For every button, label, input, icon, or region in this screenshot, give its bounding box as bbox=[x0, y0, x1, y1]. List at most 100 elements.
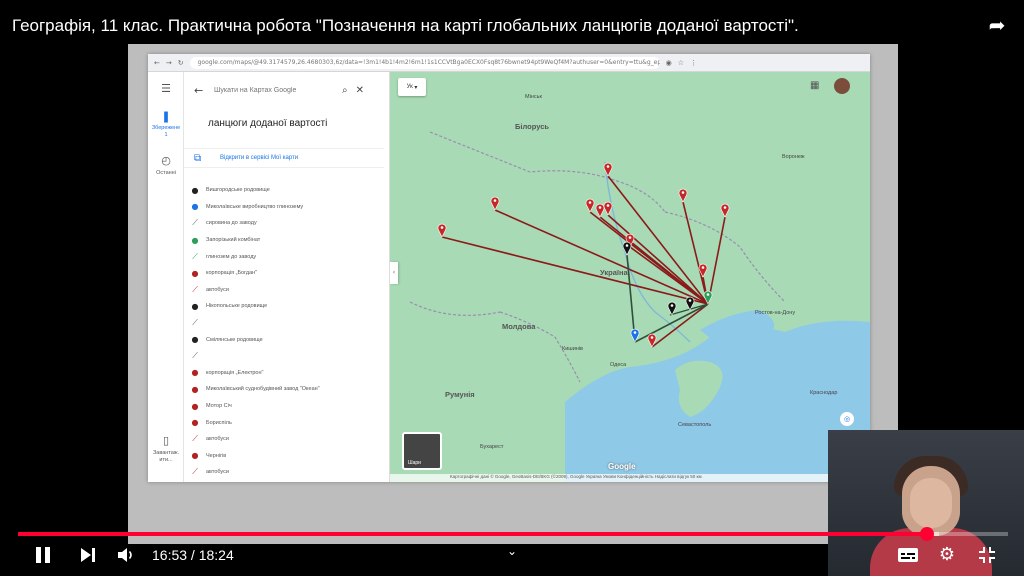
red-pin-icon-dot bbox=[681, 191, 685, 194]
collapse-panel-button[interactable]: ‹ bbox=[390, 262, 398, 284]
legend-item[interactable]: ● Бориспіль bbox=[184, 414, 384, 431]
city-label: Мінськ bbox=[525, 94, 542, 100]
legend-item[interactable]: ● Нікопольське родовище bbox=[184, 298, 384, 315]
progress-played bbox=[18, 532, 927, 536]
back-icon[interactable]: ← bbox=[154, 59, 160, 67]
captions-icon-line bbox=[912, 557, 915, 559]
red-pin-icon bbox=[490, 196, 500, 211]
red-pin-icon bbox=[437, 223, 447, 238]
language-select[interactable]: Ук ▾ bbox=[398, 78, 426, 96]
next-icon bbox=[81, 548, 91, 562]
pause-button[interactable] bbox=[32, 544, 54, 566]
city-label: Воронеж bbox=[782, 154, 805, 160]
chevron-down-icon[interactable]: ⌄ bbox=[503, 544, 521, 558]
red-pin-icon-dot bbox=[606, 204, 610, 207]
search-input[interactable] bbox=[214, 86, 334, 94]
legend-item-label: автобуси bbox=[206, 286, 229, 293]
share-icon[interactable]: ➦ bbox=[984, 12, 1010, 38]
legend-item-label: Миколаївський суднобудівний завод "Океан… bbox=[206, 386, 320, 393]
bookmark-saved-icon[interactable]: ❚ bbox=[148, 110, 184, 123]
black-pin-icon-dot bbox=[688, 299, 692, 302]
legend-item[interactable]: ⟋ автобуси bbox=[184, 282, 384, 299]
route-icon: ⟋ bbox=[192, 467, 198, 477]
route-icon: ⟋ bbox=[192, 318, 198, 328]
pause-icon bbox=[36, 547, 41, 563]
reload-icon[interactable]: ↻ bbox=[178, 59, 184, 67]
bookmark-icon[interactable]: ☆ bbox=[678, 59, 684, 67]
red-pin-icon bbox=[603, 201, 613, 216]
pause-icon-bar bbox=[45, 547, 50, 563]
search-icon[interactable]: ⌕ bbox=[342, 85, 348, 96]
legend-item[interactable]: ● Миколаївське виробництво глинозему bbox=[184, 199, 384, 216]
legend-item-label: глинозем до заводу bbox=[206, 253, 257, 260]
legend-item[interactable]: ● Чернігів bbox=[184, 448, 384, 465]
city-label: Краснодар bbox=[810, 390, 838, 396]
exit-fullscreen-icon bbox=[979, 547, 995, 563]
settings-gear-icon[interactable]: ⚙ bbox=[937, 545, 957, 565]
extension-icon[interactable]: ◉ bbox=[666, 59, 672, 67]
legend-item[interactable]: ● корпорація „Богдан" bbox=[184, 265, 384, 282]
legend-item[interactable]: ● корпорація „Електрон" bbox=[184, 365, 384, 382]
menu-icon[interactable]: ⋮ bbox=[690, 59, 697, 67]
video-frame: ← → ↻ google.com/maps/@49.3174579,26.468… bbox=[128, 44, 898, 544]
open-in-my-maps-link[interactable]: ⧉ Відкрити в сервісі Мої карти bbox=[184, 148, 384, 168]
legend-item[interactable]: ⟋ автобуси bbox=[184, 464, 384, 481]
city-label: Севастополь bbox=[678, 422, 712, 428]
captions-icon-line bbox=[901, 557, 910, 559]
volume-button[interactable] bbox=[116, 545, 136, 565]
progress-scrubber[interactable] bbox=[919, 527, 934, 541]
legend-item[interactable]: ● Запорізький комбінат bbox=[184, 232, 384, 249]
city-label: Одеса bbox=[610, 362, 627, 368]
legend-item[interactable]: ● Мотор Січ bbox=[184, 398, 384, 415]
legend-item[interactable]: ● Миколаївський суднобудівний завод "Океа… bbox=[184, 381, 384, 398]
map-view[interactable]: Ук ▾ ‹ ▦ ◎ Шари Google Картографічні дан… bbox=[390, 72, 870, 482]
red-pin-icon bbox=[678, 188, 688, 203]
red-pin-icon bbox=[585, 198, 595, 213]
pin-icon: ● bbox=[191, 418, 199, 428]
pin-icon: ● bbox=[191, 185, 199, 195]
country-label: Румунія bbox=[445, 390, 475, 399]
legend-item-label: автобуси bbox=[206, 469, 229, 476]
route-icon: ⟋ bbox=[192, 351, 198, 361]
route-icon: ⟋ bbox=[192, 284, 198, 294]
location-icon[interactable]: ◎ bbox=[840, 412, 854, 426]
legend-item[interactable]: ⟋ bbox=[184, 315, 384, 332]
legend-item[interactable]: ⟋ сировина до заводу bbox=[184, 215, 384, 232]
legend-item[interactable]: ⟋ глинозем до заводу bbox=[184, 248, 384, 265]
legend-item[interactable]: ● Вишгородське родовище bbox=[184, 182, 384, 199]
layers-thumbnail[interactable]: Шари bbox=[402, 432, 442, 470]
legend-item[interactable]: ● Смілянське родовище bbox=[184, 331, 384, 348]
pin-icon: ● bbox=[191, 202, 199, 212]
avatar[interactable] bbox=[834, 78, 850, 94]
saved-label: Збережене bbox=[151, 125, 181, 131]
history-icon[interactable]: ◴ bbox=[148, 154, 184, 167]
red-pin-icon-dot bbox=[650, 336, 654, 339]
legend-item-label: корпорація „Богдан" bbox=[206, 270, 258, 277]
map-canvas[interactable] bbox=[390, 72, 870, 482]
border-russia bbox=[664, 211, 786, 303]
address-bar[interactable]: google.com/maps/@49.3174579,26.4680303,6… bbox=[189, 56, 660, 69]
red-pin-icon-dot bbox=[440, 226, 444, 229]
progress-bar[interactable] bbox=[18, 527, 1008, 541]
legend-item[interactable]: ⟋ bbox=[184, 348, 384, 365]
next-button[interactable] bbox=[78, 546, 98, 564]
hamburger-menu-icon[interactable]: ☰ bbox=[148, 82, 184, 95]
phone-icon[interactable]: ▯ bbox=[148, 434, 184, 447]
forward-icon[interactable]: → bbox=[166, 59, 172, 67]
next-icon-bar bbox=[92, 548, 95, 562]
close-icon[interactable]: ✕ bbox=[356, 85, 364, 96]
back-arrow-icon[interactable]: ← bbox=[194, 84, 210, 97]
supply-route-line bbox=[441, 236, 709, 305]
apps-grid-icon[interactable]: ▦ bbox=[810, 80, 819, 91]
red-pin-icon-dot bbox=[493, 199, 497, 202]
legend-item-label: Миколаївське виробництво глинозему bbox=[206, 203, 304, 210]
browser-window: ← → ↻ google.com/maps/@49.3174579,26.468… bbox=[148, 54, 870, 482]
recents-label: Останні bbox=[156, 170, 176, 176]
video-player[interactable]: ← → ↻ google.com/maps/@49.3174579,26.468… bbox=[0, 0, 1024, 576]
pin-icon: ● bbox=[191, 335, 199, 345]
legend-item-label: Бориспіль bbox=[206, 419, 232, 426]
country-label: Білорусь bbox=[515, 122, 549, 131]
legend-item[interactable]: ⟋ автобуси bbox=[184, 431, 384, 448]
exit-fullscreen-button[interactable] bbox=[977, 545, 997, 565]
captions-button[interactable] bbox=[897, 546, 919, 564]
